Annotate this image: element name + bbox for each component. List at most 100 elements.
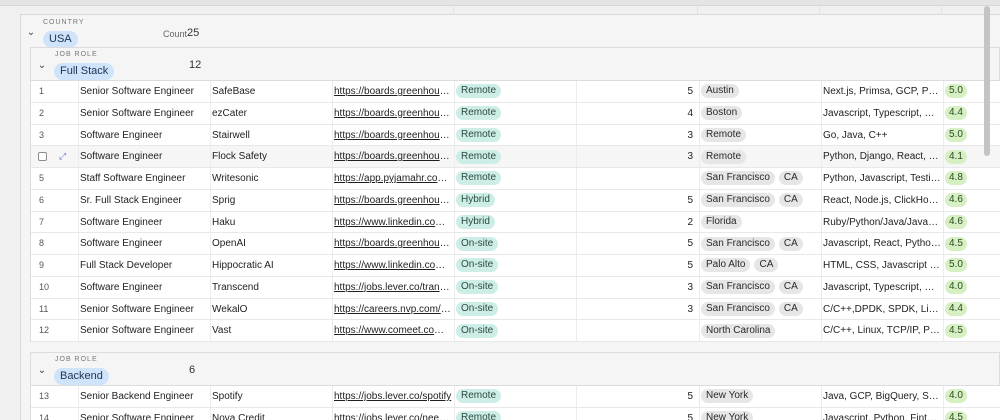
company-cell[interactable]: Transcend <box>212 277 330 298</box>
skills-cell[interactable]: Next.js, Primsa, GCP, Postgres <box>823 81 941 102</box>
company-cell[interactable]: Vast <box>212 320 330 341</box>
table-row[interactable]: 6 Sr. Full Stack Engineer Sprig https://boa… <box>31 189 1000 212</box>
company-cell[interactable]: OpenAI <box>212 233 330 254</box>
company-cell[interactable]: Haku <box>212 212 330 233</box>
job-title-cell[interactable]: Senior Software Engineer <box>80 103 208 124</box>
company-cell[interactable]: Writesonic <box>212 168 330 189</box>
location-cell[interactable]: Austin <box>701 81 819 102</box>
job-title-cell[interactable]: Software Engineer <box>80 212 208 233</box>
number-cell[interactable]: 5 <box>578 386 697 407</box>
expand-icon[interactable]: ⤢ <box>59 146 71 167</box>
rating-cell[interactable]: 4.1 <box>945 146 975 167</box>
work-type-cell[interactable]: On-site <box>456 255 574 276</box>
rating-cell[interactable]: 5.0 <box>945 255 975 276</box>
skills-cell[interactable]: C/C++,DPDK, SPDK, Linux <box>823 299 941 320</box>
company-cell[interactable]: Hippocratic AI <box>212 255 330 276</box>
rating-cell[interactable]: 4.8 <box>945 168 975 189</box>
job-title-cell[interactable]: Software Engineer <box>80 277 208 298</box>
work-type-cell[interactable]: Remote <box>456 408 574 420</box>
location-cell[interactable]: San Francisco CA <box>701 277 819 298</box>
skills-cell[interactable]: Javascript, Python, Fintech <box>823 408 941 420</box>
job-link[interactable]: https://jobs.lever.co/neednova <box>334 408 452 420</box>
job-link[interactable]: https://www.linkedin.com/jobs/view <box>334 255 452 276</box>
table-row[interactable]: 10 Software Engineer Transcend https://jobs… <box>31 276 1000 299</box>
skills-cell[interactable]: Javascript, Typescript, React <box>823 103 941 124</box>
work-type-cell[interactable]: Remote <box>456 125 574 146</box>
table-row[interactable]: 13 Senior Backend Engineer Spotify https://… <box>31 386 1000 408</box>
skills-cell[interactable]: Go, Java, C++ <box>823 125 941 146</box>
table-row[interactable]: 14 Senior Software Engineer Nova Credit htt… <box>31 407 1000 420</box>
job-title-cell[interactable]: Senior Software Engineer <box>80 320 208 341</box>
table-row[interactable]: 7 Software Engineer Haku https://www.linked… <box>31 211 1000 234</box>
rating-cell[interactable]: 4.5 <box>945 320 975 341</box>
table-row[interactable]: 9 Full Stack Developer Hippocratic AI https… <box>31 255 1000 277</box>
number-cell[interactable]: 3 <box>578 125 697 146</box>
number-cell[interactable]: 5 <box>578 255 697 276</box>
table-row[interactable]: 2 Senior Software Engineer ezCater https://… <box>31 102 1000 125</box>
job-title-cell[interactable]: Senior Software Engineer <box>80 299 208 320</box>
rating-cell[interactable]: 4.5 <box>945 408 975 420</box>
job-link[interactable]: https://jobs.lever.co/spotify <box>334 386 452 407</box>
rating-cell[interactable]: 4.6 <box>945 190 975 211</box>
location-cell[interactable]: New York <box>701 386 819 407</box>
location-cell[interactable]: San Francisco CA <box>701 168 819 189</box>
job-title-cell[interactable]: Senior Backend Engineer <box>80 386 208 407</box>
job-link[interactable]: https://boards.greenhouse.io/sprig <box>334 190 452 211</box>
work-type-cell[interactable]: Remote <box>456 168 574 189</box>
number-cell[interactable] <box>578 168 697 189</box>
job-title-cell[interactable]: Senior Software Engineer <box>80 81 208 102</box>
skills-cell[interactable]: HTML, CSS, Javascript Frameworks <box>823 255 941 276</box>
number-cell[interactable] <box>578 320 697 341</box>
job-title-cell[interactable]: Senior Software Engineer <box>80 408 208 420</box>
rating-cell[interactable]: 4.0 <box>945 386 975 407</box>
job-link[interactable]: https://boards.greenhouse.io/openai <box>334 233 452 254</box>
job-title-cell[interactable]: Sr. Full Stack Engineer <box>80 190 208 211</box>
skills-cell[interactable]: React, Node.js, ClickHouse <box>823 190 941 211</box>
rating-cell[interactable]: 4.5 <box>945 233 975 254</box>
table-row[interactable]: 3 Software Engineer Stairwell https://board… <box>31 124 1000 147</box>
company-cell[interactable]: Nova Credit <box>212 408 330 420</box>
job-link[interactable]: https://www.comeet.com/jobs <box>334 320 452 341</box>
location-cell[interactable]: Remote <box>701 125 819 146</box>
location-cell[interactable]: New York <box>701 408 819 420</box>
job-link[interactable]: https://boards.greenhouse.io/safebase <box>334 81 452 102</box>
number-cell[interactable]: 4 <box>578 103 697 124</box>
company-cell[interactable]: WekalO <box>212 299 330 320</box>
work-type-cell[interactable]: Remote <box>456 386 574 407</box>
job-link[interactable]: https://jobs.lever.co/transcend <box>334 277 452 298</box>
location-cell[interactable]: San Francisco CA <box>701 299 819 320</box>
rating-cell[interactable]: 4.4 <box>945 299 975 320</box>
company-cell[interactable]: Stairwell <box>212 125 330 146</box>
work-type-cell[interactable]: Remote <box>456 81 574 102</box>
table-row[interactable]: 12 Senior Software Engineer Vast https://ww… <box>31 320 1000 342</box>
location-cell[interactable]: Boston <box>701 103 819 124</box>
company-cell[interactable]: ezCater <box>212 103 330 124</box>
table-row[interactable]: 5 Staff Software Engineer Writesonic https:… <box>31 168 1000 190</box>
skills-cell[interactable]: Java, GCP, BigQuery, Systems <box>823 386 941 407</box>
company-cell[interactable]: Sprig <box>212 190 330 211</box>
number-cell[interactable]: 3 <box>578 299 697 320</box>
company-cell[interactable]: Spotify <box>212 386 330 407</box>
company-cell[interactable]: Flock Safety <box>212 146 330 167</box>
table-row[interactable]: 8 Software Engineer OpenAI https://boards.g… <box>31 233 1000 255</box>
number-cell[interactable]: 5 <box>578 190 697 211</box>
work-type-cell[interactable]: On-site <box>456 277 574 298</box>
row-checkbox[interactable] <box>38 152 47 162</box>
job-title-cell[interactable]: Software Engineer <box>80 146 208 167</box>
table-row[interactable]: 1 Senior Software Engineer SafeBase https:/… <box>31 81 1000 103</box>
rating-cell[interactable]: 4.0 <box>945 277 975 298</box>
job-link[interactable]: https://boards.greenhouse.io/stairwell <box>334 125 452 146</box>
chevron-down-icon[interactable]: ⌄ <box>36 59 48 71</box>
company-cell[interactable]: SafeBase <box>212 81 330 102</box>
location-cell[interactable]: Florida <box>701 212 819 233</box>
number-cell[interactable]: 3 <box>578 277 697 298</box>
number-cell[interactable]: 2 <box>578 212 697 233</box>
job-title-cell[interactable]: Full Stack Developer <box>80 255 208 276</box>
location-cell[interactable]: San Francisco CA <box>701 233 819 254</box>
rating-cell[interactable]: 4.4 <box>945 103 975 124</box>
rating-cell[interactable]: 4.6 <box>945 212 975 233</box>
work-type-cell[interactable]: Hybrid <box>456 190 574 211</box>
location-cell[interactable]: San Francisco CA <box>701 190 819 211</box>
work-type-cell[interactable]: Hybrid <box>456 212 574 233</box>
job-link[interactable]: https://www.linkedin.com/jobs/view <box>334 212 452 233</box>
